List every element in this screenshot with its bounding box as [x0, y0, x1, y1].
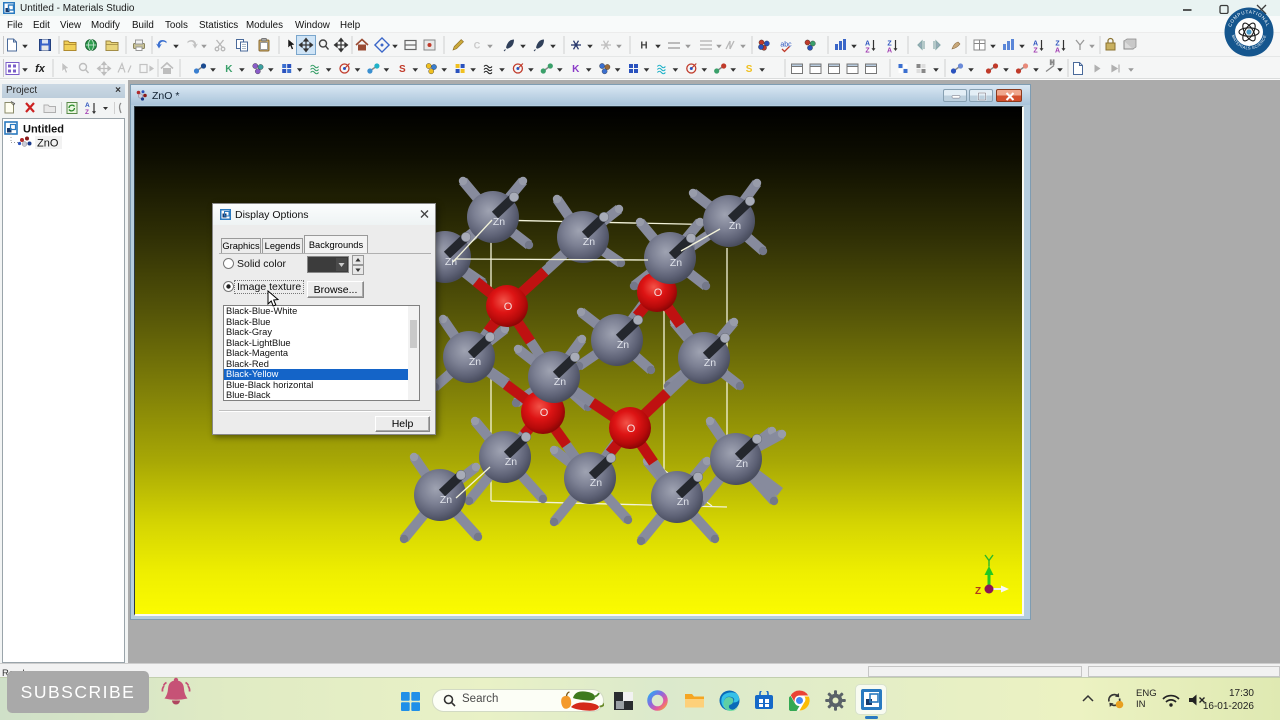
svg-text:O: O	[504, 301, 513, 313]
svg-text:S: S	[399, 64, 406, 75]
svg-text:Zn: Zn	[590, 477, 602, 489]
svg-text:Zn: Zn	[736, 458, 748, 470]
svg-text:Z: Z	[975, 586, 981, 597]
svg-text:Z: Z	[1033, 47, 1038, 54]
svg-text:H: H	[1050, 61, 1054, 67]
svg-text:fx: fx	[35, 63, 46, 75]
svg-text:Z: Z	[865, 47, 870, 54]
svg-text:C: C	[474, 41, 481, 51]
svg-text:Z: Z	[1055, 40, 1060, 47]
svg-text:Zn: Zn	[677, 496, 689, 508]
svg-text:Zn: Zn	[554, 376, 566, 388]
svg-text:Display Options: Display Options	[235, 209, 309, 221]
svg-text:O: O	[627, 423, 636, 435]
svg-text:ZnO: ZnO	[37, 138, 59, 150]
svg-text:K: K	[572, 64, 580, 75]
svg-text:Z: Z	[887, 40, 892, 47]
svg-text:Zn: Zn	[670, 257, 682, 269]
svg-text:Zn: Zn	[469, 356, 481, 368]
svg-text:A: A	[85, 102, 90, 109]
svg-text:A: A	[865, 40, 870, 47]
svg-text:A: A	[1055, 47, 1060, 54]
svg-text:Zn: Zn	[704, 357, 716, 369]
svg-text:Zn: Zn	[617, 339, 629, 351]
svg-text:Zn: Zn	[583, 236, 595, 248]
svg-text:Z: Z	[85, 109, 89, 116]
svg-text:Zn: Zn	[729, 220, 741, 232]
svg-text:O: O	[540, 407, 549, 419]
svg-text:abc: abc	[780, 42, 792, 49]
svg-text:Zn: Zn	[493, 216, 505, 228]
svg-text:Untitled: Untitled	[23, 124, 64, 136]
svg-text:H: H	[640, 41, 647, 52]
svg-text:K: K	[225, 64, 233, 75]
svg-text:O: O	[654, 287, 663, 299]
svg-text:Zn: Zn	[445, 256, 457, 268]
svg-text:A: A	[1033, 40, 1038, 47]
svg-text:S: S	[746, 64, 753, 75]
svg-text:Zn: Zn	[505, 456, 517, 468]
svg-text:Zn: Zn	[440, 494, 452, 506]
svg-text:A: A	[887, 47, 892, 54]
